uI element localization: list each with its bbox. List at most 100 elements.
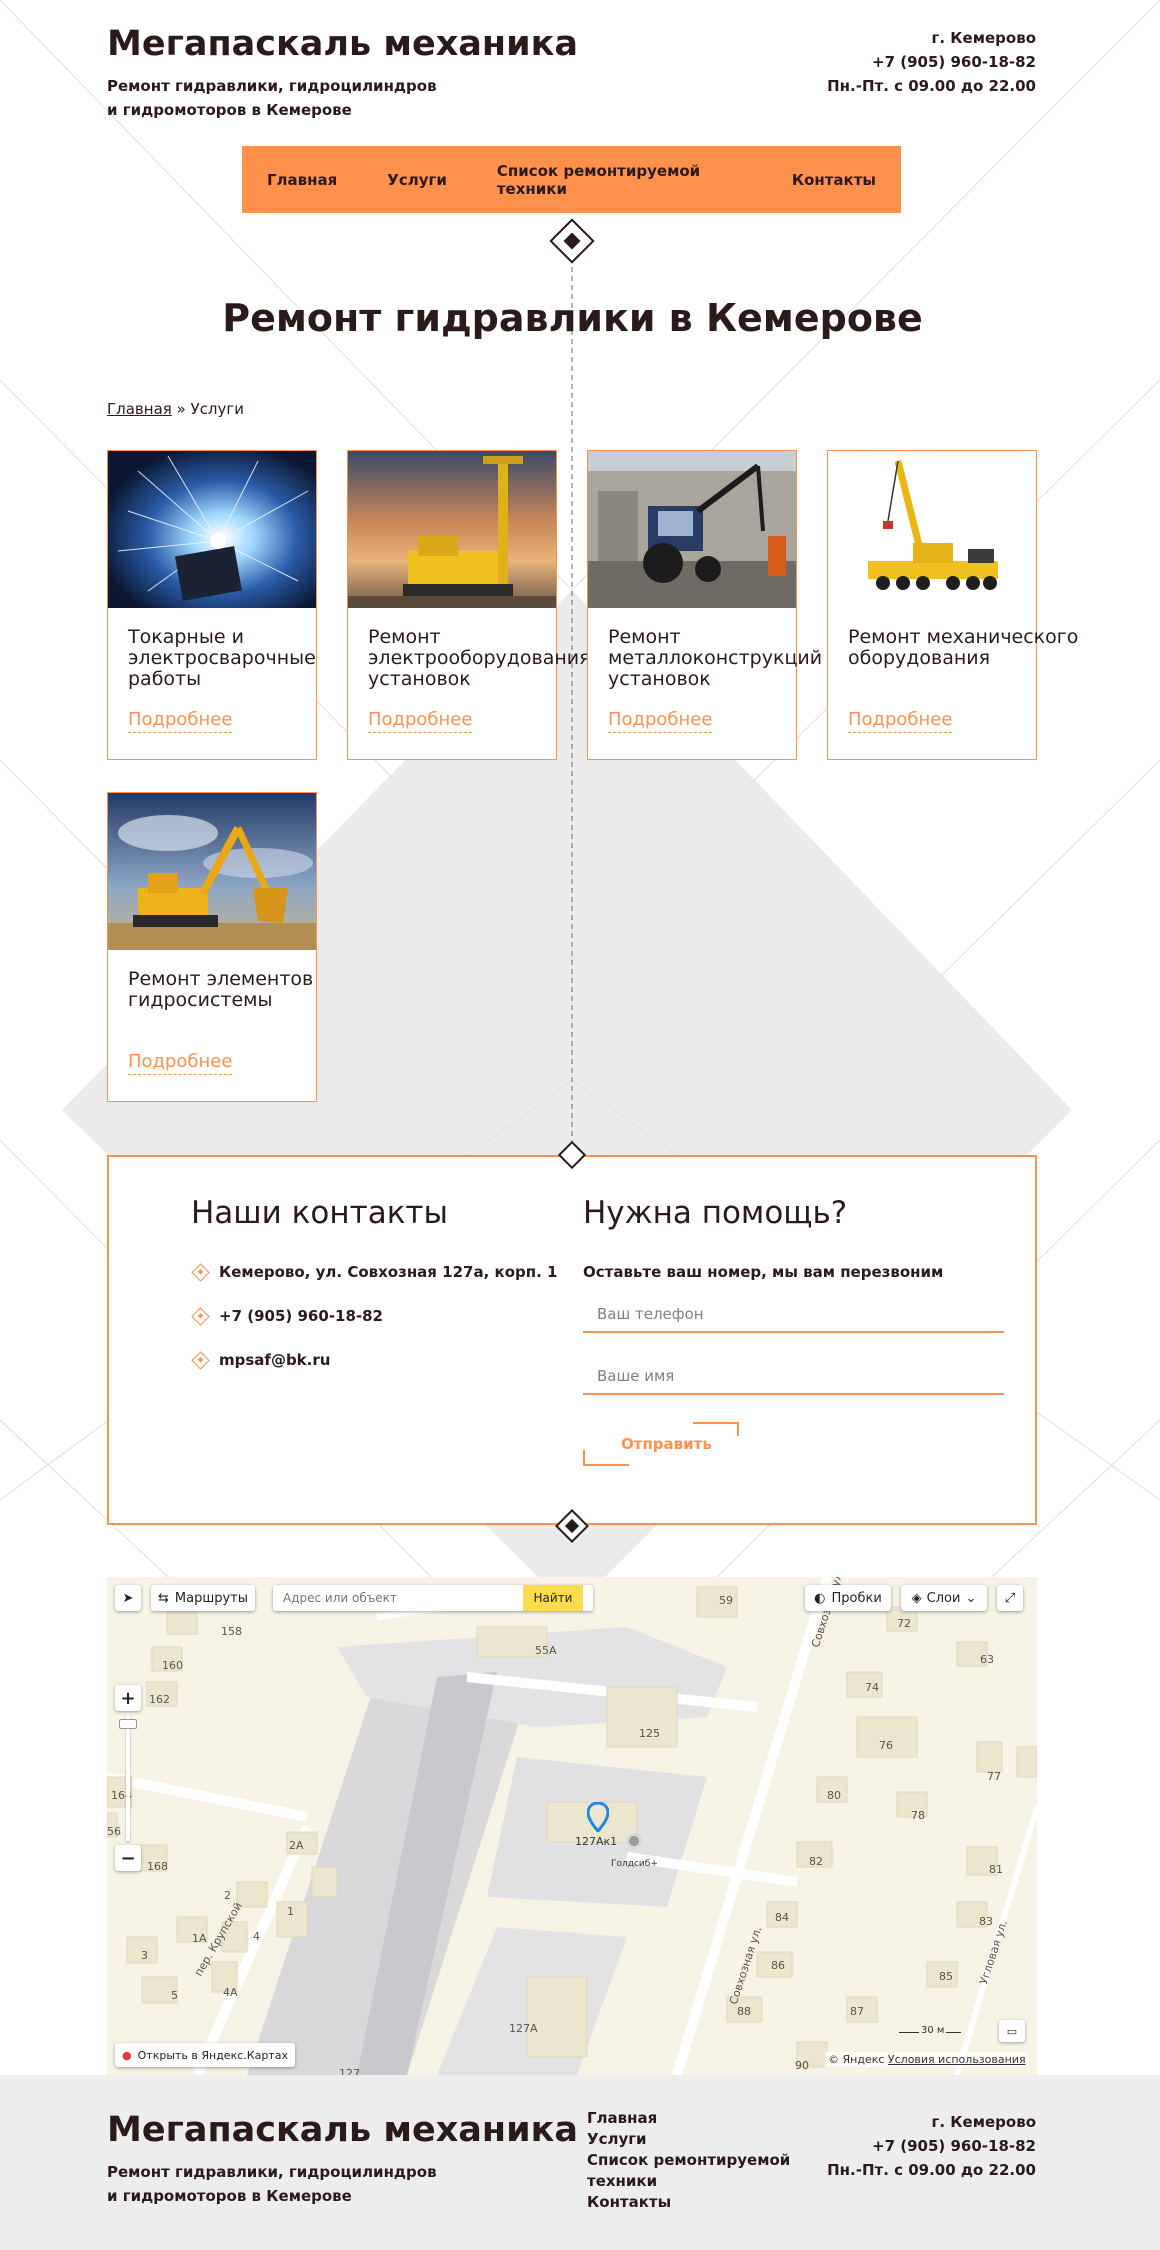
- map-house-label: 82: [809, 1855, 823, 1868]
- traffic-button[interactable]: ◐ Пробки: [805, 1585, 891, 1611]
- map-house-label: 127: [339, 2067, 360, 2075]
- map-house-label: 59: [719, 1594, 733, 1607]
- service-title: Ремонт электрооборудования установок: [368, 626, 591, 690]
- page: Мегапаскаль механика Ремонт гидравлики, …: [0, 0, 1160, 2250]
- submit-button[interactable]: Отправить: [621, 1435, 712, 1453]
- contact-email[interactable]: mpsaf@bk.ru: [191, 1350, 330, 1370]
- breadcrumb-home-link[interactable]: Главная: [107, 400, 172, 418]
- map-canvas[interactable]: [107, 1577, 1037, 2075]
- service-card[interactable]: Токарные и электросварочные работы Подро…: [107, 450, 317, 760]
- diamond-bullet-icon: [191, 1350, 210, 1370]
- more-link[interactable]: Подробнее: [848, 709, 953, 733]
- map-marker-icon[interactable]: [586, 1801, 610, 1834]
- button-corner-decor: [693, 1422, 739, 1436]
- map-house-label: 160: [162, 1659, 183, 1672]
- footer-nav-home[interactable]: Главная: [587, 2108, 807, 2129]
- breadcrumb-current: Услуги: [190, 400, 245, 418]
- map-house-label: 55А: [535, 1644, 557, 1657]
- contact-email-text[interactable]: mpsaf@bk.ru: [219, 1351, 330, 1369]
- map-house-label: 3: [141, 1949, 148, 1962]
- contact-phone-text[interactable]: +7 (905) 960-18-82: [219, 1307, 383, 1325]
- nav-item-services[interactable]: Услуги: [362, 171, 472, 189]
- service-card[interactable]: Ремонт элементов гидросистемы Подробнее: [107, 792, 317, 1102]
- service-title: Токарные и электросварочные работы: [128, 626, 316, 690]
- map-house-label: 83: [979, 1915, 993, 1928]
- geolocation-icon[interactable]: ➤: [115, 1585, 141, 1611]
- map-house-label: 168: [147, 1860, 168, 1873]
- drilling-rig-photo: [348, 451, 556, 608]
- nav-item-home[interactable]: Главная: [242, 171, 362, 189]
- layers-icon: ◈: [911, 1590, 922, 1606]
- submit-button-wrap[interactable]: Отправить: [583, 1422, 743, 1468]
- service-card[interactable]: Ремонт механического оборудования Подроб…: [827, 450, 1078, 760]
- map-copyright: © Яндекс: [828, 2053, 885, 2066]
- mobile-crane-photo: [828, 451, 1036, 608]
- footer-phone[interactable]: +7 (905) 960-18-82: [827, 2134, 1036, 2158]
- footer-site-title[interactable]: Мегапаскаль механика: [107, 2110, 578, 2150]
- contact-phone[interactable]: +7 (905) 960-18-82: [191, 1306, 383, 1326]
- ruler-icon[interactable]: ▭: [999, 2020, 1025, 2042]
- footer: Мегапаскаль механика Ремонт гидравлики, …: [0, 2075, 1160, 2250]
- footer-nav-contacts[interactable]: Контакты: [587, 2192, 807, 2213]
- more-link[interactable]: Подробнее: [608, 709, 713, 733]
- map-house-label: 86: [771, 1959, 785, 1972]
- more-link[interactable]: Подробнее: [128, 709, 233, 733]
- map-house-label: 2: [224, 1889, 231, 1902]
- map-house-label: 87: [850, 2005, 864, 2018]
- fullscreen-icon[interactable]: ⤢: [997, 1585, 1023, 1611]
- routes-label: Маршруты: [174, 1590, 249, 1606]
- diamond-bullet-icon: [191, 1306, 210, 1326]
- more-link[interactable]: Подробнее: [128, 1051, 233, 1075]
- map-search-input[interactable]: [273, 1586, 523, 1610]
- help-title: Нужна помощь?: [583, 1195, 848, 1231]
- nav-item-contacts[interactable]: Контакты: [767, 171, 901, 189]
- zoom-in-button[interactable]: +: [115, 1685, 141, 1711]
- map-house-label: 125: [639, 1727, 660, 1740]
- diamond-divider-icon: [549, 218, 595, 264]
- map-house-label: 80: [827, 1789, 841, 1802]
- map-house-label: 78: [911, 1809, 925, 1822]
- map-find-button[interactable]: Найти: [523, 1585, 583, 1611]
- service-card[interactable]: Ремонт электрооборудования установок Под…: [347, 450, 591, 760]
- phone-input[interactable]: [583, 1297, 1004, 1333]
- map-terms-link[interactable]: Условия использования: [888, 2053, 1026, 2066]
- zoom-out-button[interactable]: −: [115, 1845, 141, 1871]
- site-title[interactable]: Мегапаскаль механика: [107, 24, 578, 64]
- zoom-slider-track[interactable]: [126, 1715, 130, 1841]
- service-title: Ремонт механического оборудования: [848, 626, 1079, 669]
- map-house-label: 5: [171, 1989, 178, 2002]
- excavator-photo: [108, 793, 316, 950]
- routes-button[interactable]: ⇆ Маршруты: [151, 1585, 255, 1611]
- map-house-label: 162: [149, 1693, 170, 1706]
- breadcrumb-separator: »: [176, 400, 186, 418]
- nav-item-equipment-list[interactable]: Список ремонтируемой техники: [472, 162, 767, 198]
- map-house-label: 84: [775, 1911, 789, 1924]
- traffic-icon: ◐: [814, 1590, 826, 1606]
- footer-nav-equipment-list[interactable]: Список ремонтируемой техники: [587, 2150, 807, 2192]
- map-house-label: 2А: [289, 1839, 304, 1852]
- layers-button[interactable]: ◈ Слои ⌄: [901, 1585, 987, 1611]
- header-phone[interactable]: +7 (905) 960-18-82: [827, 50, 1036, 74]
- header-city: г. Кемерово: [931, 29, 1036, 47]
- map-marker-label: 127Ак1: [575, 1835, 618, 1848]
- zoom-slider-handle[interactable]: [119, 1719, 137, 1729]
- open-in-maps-link[interactable]: ● Открыть в Яндекс.Картах: [115, 2043, 295, 2067]
- footer-nav-services[interactable]: Услуги: [587, 2129, 807, 2150]
- map-house-label: 74: [865, 1681, 879, 1694]
- map-house-label: 76: [879, 1739, 893, 1752]
- contacts-title: Наши контакты: [191, 1195, 448, 1231]
- poi-icon[interactable]: [626, 1833, 642, 1849]
- map-house-label: 88: [737, 2005, 751, 2018]
- footer-contacts: г. Кемерово +7 (905) 960-18-82 Пн.-Пт. с…: [827, 2110, 1036, 2182]
- more-link[interactable]: Подробнее: [368, 709, 473, 733]
- yandex-map[interactable]: 59 158 160 162 164 56 168 55А 125 72 63 74 76 77 80 78 8…: [107, 1577, 1037, 2075]
- map-house-label: 90: [795, 2059, 809, 2072]
- poi-label: Голдсиб+: [611, 1859, 658, 1869]
- map-search[interactable]: Найти: [273, 1585, 593, 1611]
- map-pin-icon: ●: [122, 2048, 132, 2062]
- chevron-down-icon: ⌄: [965, 1590, 977, 1606]
- service-card[interactable]: Ремонт металлоконструкций установок Подр…: [587, 450, 822, 760]
- header-hours: Пн.-Пт. с 09.00 до 22.00: [827, 77, 1036, 95]
- name-input[interactable]: [583, 1359, 1004, 1395]
- map-house-label: 158: [221, 1625, 242, 1638]
